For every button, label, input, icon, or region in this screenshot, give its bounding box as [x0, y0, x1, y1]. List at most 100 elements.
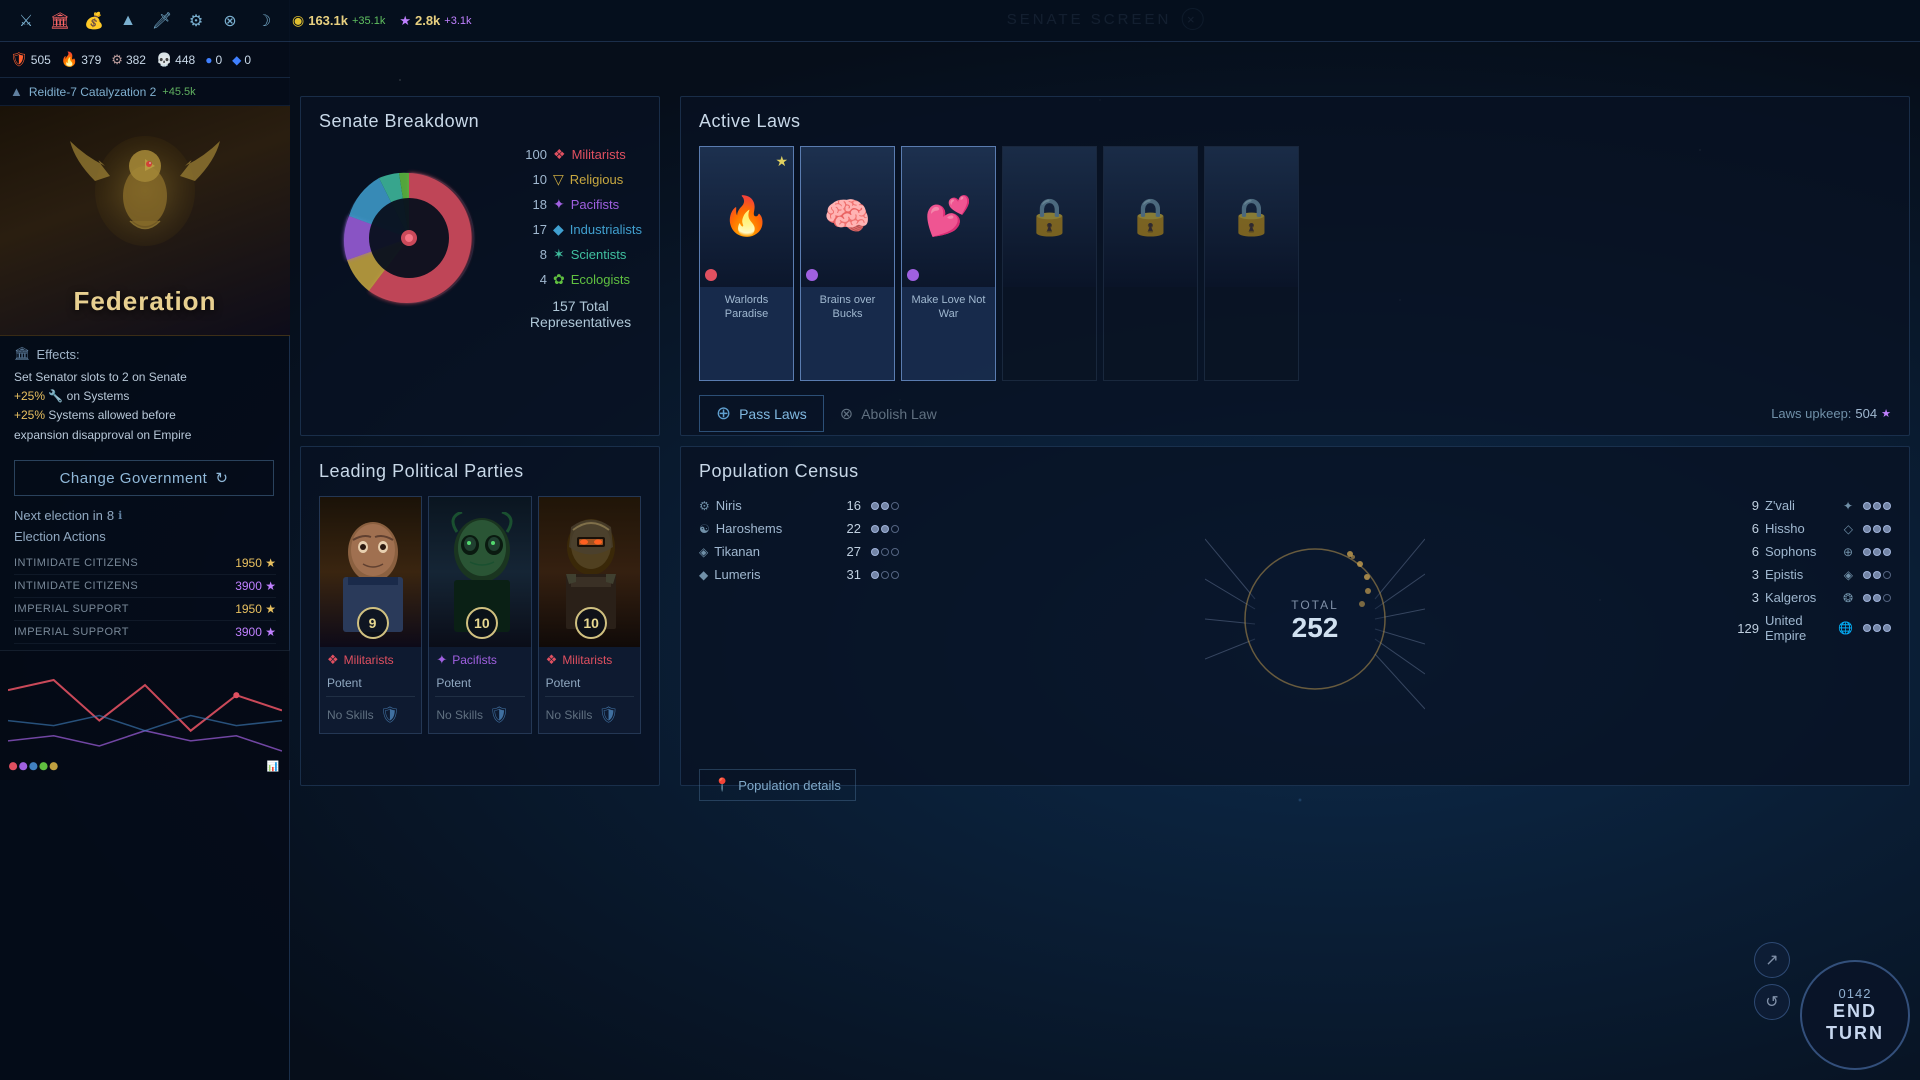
pass-laws-button[interactable]: ⊕ Pass Laws: [699, 395, 824, 432]
kalgeros-dot-3: [1883, 594, 1891, 602]
population-census-panel: Population Census ⚙ Niris 16 ☯ Haroshems: [680, 446, 1910, 786]
population-details-button[interactable]: 📍 Population details: [699, 769, 856, 801]
effect-item-4: expansion disapproval on Empire: [14, 426, 276, 445]
end-turn-number: 0142: [1839, 986, 1872, 1001]
election-actions-label: Election Actions: [14, 529, 276, 544]
faction-name: Federation: [74, 286, 217, 317]
sophons-dot-1: [1863, 548, 1871, 556]
census-right: 9 Z'vali ✦ 6 Hissho ◇: [1731, 496, 1891, 761]
effects-label: 🏛 Effects:: [14, 346, 276, 362]
svg-text:252: 252: [1292, 612, 1339, 643]
mini-chart: 📊: [0, 650, 290, 780]
party-count-badge-2: 10: [466, 607, 498, 639]
lumeris-dot-1: [871, 571, 879, 579]
legend-ecologists: 4 ✿ Ecologists: [519, 271, 642, 288]
legend-militarists: 100 ❖ Militarists: [519, 146, 642, 163]
militarists-faction-icon-1: ❖: [327, 652, 339, 668]
senate-breakdown-title: Senate Breakdown: [319, 111, 641, 132]
ecologists-icon: ✿: [553, 271, 565, 288]
influence-resource: ★ 2.8k +3.1k: [399, 13, 471, 29]
law-faction-dot-love: [907, 269, 919, 281]
census-row-zvali: 9 Z'vali ✦: [1731, 496, 1891, 515]
laws-actions: ⊕ Pass Laws ⊗ Abolish Law Laws upkeep: 5…: [699, 395, 1891, 432]
effect-item-3: +25% Systems allowed before: [14, 406, 276, 425]
law-art-warlords: 🔥 ★: [699, 147, 794, 287]
nav-icon-moon[interactable]: ☽: [250, 7, 278, 35]
haroshems-icon: ☯: [699, 522, 710, 536]
law-card-love[interactable]: 💕 Make Love Not War: [901, 146, 996, 381]
party-portrait-1: 9: [320, 497, 422, 647]
party-skills-2: No Skills 🛡: [429, 697, 530, 733]
party-quality-3: Potent: [539, 673, 640, 696]
law-card-locked-2: 🔒: [1103, 146, 1198, 381]
law-card-brains[interactable]: 🧠 Brains over Bucks: [800, 146, 895, 381]
party-count-badge-1: 9: [357, 607, 389, 639]
party-skills-1: No Skills 🛡: [320, 697, 421, 733]
party-card-3[interactable]: 10 ❖ Militarists Potent No Skills 🛡: [538, 496, 641, 734]
nav-icon-money[interactable]: 💰: [80, 7, 108, 35]
militarists-icon: ❖: [553, 146, 566, 163]
kalgeros-icon: ❂: [1843, 591, 1853, 605]
donut-chart: [319, 148, 499, 328]
change-government-button[interactable]: Change Government ↻: [14, 460, 274, 496]
legend-scientists: 8 ✶ Scientists: [519, 246, 642, 263]
law-name-brains: Brains over Bucks: [801, 287, 894, 326]
tikanan-dot-1: [871, 548, 879, 556]
nav-icon-target[interactable]: ⊗: [216, 7, 244, 35]
top-bar: ⚔ 🏛 💰 ▲ 🗡 ⚙ ⊗ ☽ ◉ 163.1k +35.1k ★ 2.8k +…: [0, 0, 1920, 42]
election-action-intimidate-1[interactable]: INTIMIDATE CITIZENS 1950 ★: [14, 552, 276, 575]
party-quality-1: Potent: [320, 673, 421, 696]
epistis-dot-3: [1883, 571, 1891, 579]
donut-legend: 100 ❖ Militarists 10 ▽ Religious 18 ✦ Pa…: [519, 146, 642, 330]
faction-emblem: [65, 121, 225, 271]
scientists-icon: ✶: [553, 246, 565, 263]
abolish-law-button[interactable]: ⊗ Abolish Law: [840, 404, 937, 424]
political-parties-title: Leading Political Parties: [319, 461, 641, 482]
industrialists-icon: ◆: [553, 221, 564, 238]
election-action-imperial-1[interactable]: IMPERIAL SUPPORT 1950 ★: [14, 598, 276, 621]
election-action-imperial-2[interactable]: IMPERIAL SUPPORT 3900 ★: [14, 621, 276, 644]
party-card-1[interactable]: 9 ❖ Militarists Potent No Skills 🛡: [319, 496, 422, 734]
sophons-icon: ⊕: [1843, 545, 1853, 559]
census-inner: ⚙ Niris 16 ☯ Haroshems 22: [699, 496, 1891, 761]
corner-nav: ↗ ↺: [1754, 942, 1790, 1020]
haroshems-dot-3: [891, 525, 899, 533]
end-turn-button[interactable]: 0142 ENDTURN: [1800, 960, 1910, 1070]
party-count-badge-3: 10: [575, 607, 607, 639]
haroshems-dot-1: [871, 525, 879, 533]
faction-portrait: Federation: [0, 106, 290, 336]
gears-resource: ⚙ 382: [111, 52, 146, 68]
gold-resource: ◉ 163.1k +35.1k: [292, 12, 385, 29]
election-header: Next election in 8 ℹ: [14, 508, 276, 523]
election-action-intimidate-2[interactable]: INTIMIDATE CITIZENS 3900 ★: [14, 575, 276, 598]
nav-icon-gear[interactable]: ⚙: [182, 7, 210, 35]
lumeris-icon: ◆: [699, 568, 708, 582]
law-card-warlords[interactable]: 🔥 ★ Warlords Paradise: [699, 146, 794, 381]
hissho-dot-2: [1873, 525, 1881, 533]
corner-nav-down[interactable]: ↺: [1754, 984, 1790, 1020]
party-card-2[interactable]: 10 ✦ Pacifists Potent No Skills 🛡: [428, 496, 531, 734]
laws-grid: 🔥 ★ Warlords Paradise 🧠 Brains over Buck…: [699, 146, 1891, 381]
nav-icon-sword[interactable]: ⚔: [12, 7, 40, 35]
skulls-resource: 💀 448: [156, 52, 195, 68]
shield-icon-1: 🛡: [380, 705, 400, 725]
census-row-sophons: 6 Sophons ⊕: [1731, 542, 1891, 561]
blue2-resource: ◆ 0: [232, 53, 251, 67]
pacifists-faction-icon-2: ✦: [436, 652, 447, 668]
law-card-locked-1: 🔒: [1002, 146, 1097, 381]
location-icon: 📍: [714, 777, 730, 793]
parties-grid: 9 ❖ Militarists Potent No Skills 🛡: [319, 496, 641, 734]
tikanan-dot-3: [891, 548, 899, 556]
nav-icon-senate[interactable]: 🏛: [46, 7, 74, 35]
resource-row-2: 🛡 505 🔥 379 ⚙ 382 💀 448 ● 0 ◆ 0: [0, 42, 290, 78]
hissho-dot-3: [1883, 525, 1891, 533]
nav-icon-dagger[interactable]: 🗡: [148, 7, 176, 35]
zvali-dot-2: [1873, 502, 1881, 510]
kalgeros-dot-2: [1873, 594, 1881, 602]
nav-icon-triangle[interactable]: ▲: [114, 7, 142, 35]
sophons-dot-3: [1883, 548, 1891, 556]
epistis-dot-1: [1863, 571, 1871, 579]
party-portrait-3: 10: [539, 497, 641, 647]
corner-nav-up[interactable]: ↗: [1754, 942, 1790, 978]
party-faction-2: ✦ Pacifists: [429, 647, 530, 673]
